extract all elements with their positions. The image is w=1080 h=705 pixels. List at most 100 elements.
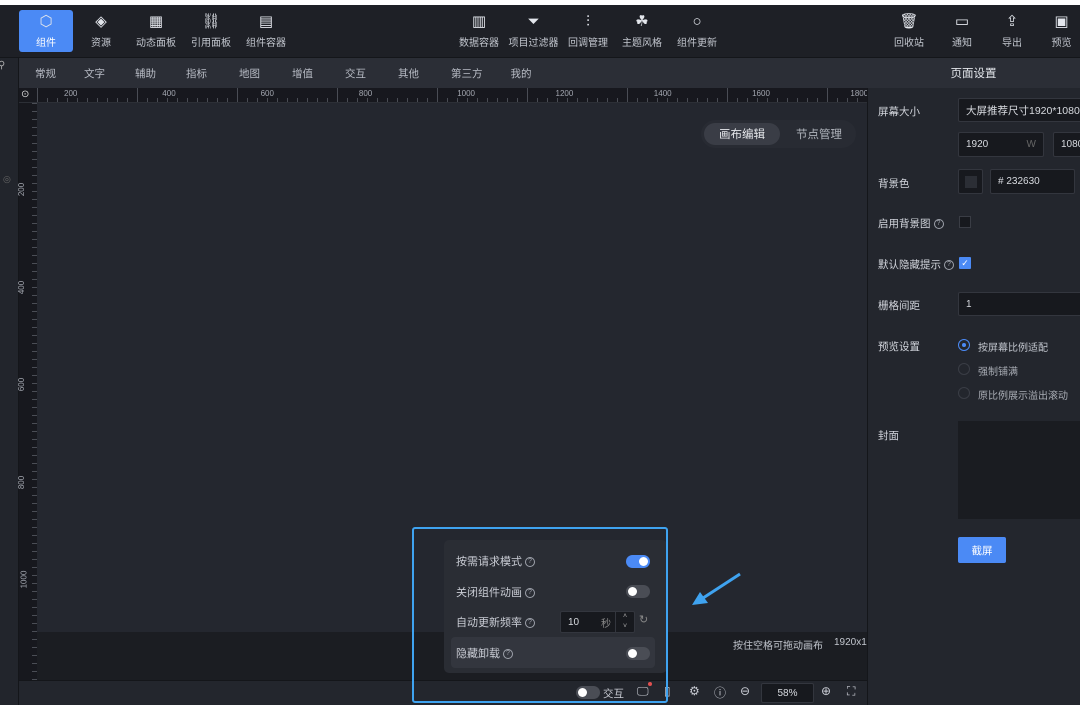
zoom-out-icon[interactable]: ⊖ xyxy=(740,684,750,698)
bg-image-label: 启用背景图? xyxy=(878,216,944,231)
drag-hint: 按住空格可拖动画布 xyxy=(733,641,823,652)
tab-2[interactable]: 辅助 xyxy=(135,66,156,81)
toolbar-filter-button[interactable]: ⏷ 项目过滤器 xyxy=(505,10,562,52)
message-icon: ▭ xyxy=(954,13,970,30)
bg-color-input[interactable]: # 232630 xyxy=(990,169,1075,194)
toolbar-label: 项目过滤器 xyxy=(508,38,559,49)
height-input[interactable]: 1080 xyxy=(1053,132,1080,157)
toolbar-export-button[interactable]: ⇪ 导出 xyxy=(990,10,1034,52)
screen-size-label: 屏幕大小 xyxy=(878,106,920,118)
toolbar-preview-button[interactable]: ▣ 预览 xyxy=(1043,10,1080,52)
ruler-label: 200 xyxy=(64,89,78,98)
sliders-icon: ⫶ xyxy=(586,13,590,30)
toolbar-label: 主题风格 xyxy=(622,38,662,49)
ruler-label: 400 xyxy=(162,89,176,98)
toolbar-container-button[interactable]: ▤ 组件容器 xyxy=(240,10,292,52)
preview-option-fill[interactable]: 强制铺满 xyxy=(978,363,1018,378)
vertical-ruler: 200 400 600 800 1000 xyxy=(17,103,37,680)
trash-icon: 🗑 xyxy=(899,13,919,30)
toolbar-sliders-button[interactable]: ⫶ 回调管理 xyxy=(563,10,613,52)
tab-8[interactable]: 第三方 xyxy=(451,66,483,81)
ruler-label: 1400 xyxy=(653,89,672,98)
fit-screen-icon[interactable]: ⛶ xyxy=(847,684,855,699)
tab-3[interactable]: 指标 xyxy=(186,66,207,81)
panel-icon: ▦ xyxy=(148,13,164,30)
arrow-annotation xyxy=(692,572,741,605)
preview-radio-fit[interactable] xyxy=(958,339,970,351)
toolbar-label: 资源 xyxy=(91,38,111,49)
ruler-label: 400 xyxy=(17,280,27,294)
canvas-edit-tab[interactable]: 画布编辑 xyxy=(704,123,780,145)
width-input[interactable]: 1920 W xyxy=(958,132,1044,157)
ruler-eye-icon[interactable]: ⊙ xyxy=(21,89,29,100)
toolbar-panel-button[interactable]: ▦ 动态面板 xyxy=(130,10,182,52)
hide-tip-checkbox[interactable]: ✓ xyxy=(959,257,971,269)
toolbar-label: 引用面板 xyxy=(191,38,231,49)
toolbar-chart-button[interactable]: ▥ 数据容器 xyxy=(454,10,504,52)
help-icon[interactable]: ⓘ xyxy=(714,684,726,701)
preview-label: 预览设置 xyxy=(878,341,920,353)
node-manage-tab[interactable]: 节点管理 xyxy=(785,123,853,145)
container-icon: ▤ xyxy=(258,13,274,30)
toolbar-label: 导出 xyxy=(1002,38,1022,49)
tab-1[interactable]: 文字 xyxy=(84,66,105,81)
preview-icon: ▣ xyxy=(1054,13,1069,30)
toolbar-component-button[interactable]: ⬡ 组件 xyxy=(19,10,73,52)
toolbar-trash-button[interactable]: 🗑 回收站 xyxy=(886,10,932,52)
tab-9[interactable]: 我的 xyxy=(511,66,532,81)
zoom-input[interactable]: 58% xyxy=(761,683,814,703)
toolbar-label: 通知 xyxy=(952,38,972,49)
highlight-box xyxy=(412,527,668,703)
ruler-label: 1800 xyxy=(850,89,869,98)
ruler-label: 1600 xyxy=(752,89,770,98)
cover-label: 封面 xyxy=(878,430,899,442)
preview-option-scroll[interactable]: 原比例展示溢出滚动 xyxy=(978,387,1068,402)
ruler-label: 1000 xyxy=(457,89,475,98)
toolbar-label: 回收站 xyxy=(894,38,924,49)
left-strip: ⚲ ◎ xyxy=(0,58,19,705)
toolbar-label: 组件 xyxy=(36,38,56,49)
export-icon: ⇪ xyxy=(1005,13,1019,30)
toolbar-theme-button[interactable]: ☘ 主题风格 xyxy=(617,10,667,52)
hidden-eye-icon[interactable]: ◎ xyxy=(3,174,11,185)
toolbar-label: 动态面板 xyxy=(136,38,176,49)
preview-option-fit[interactable]: 按屏幕比例适配 xyxy=(978,339,1048,354)
tab-4[interactable]: 地图 xyxy=(239,66,260,81)
grid-input[interactable]: 1 xyxy=(958,292,1080,316)
preview-radio-fill[interactable] xyxy=(958,363,970,375)
toolbar-layers-button[interactable]: ◈ 资源 xyxy=(76,10,126,52)
ruler-label: 1200 xyxy=(555,89,574,98)
toolbar-label: 数据容器 xyxy=(459,38,499,49)
screen-size-select[interactable]: 大屏推荐尺寸1920*1080 xyxy=(958,98,1080,122)
toolbar-message-button[interactable]: ▭ 通知 xyxy=(942,10,982,52)
toolbar-link-button[interactable]: ⛓ 引用面板 xyxy=(185,10,237,52)
tab-7[interactable]: 其他 xyxy=(398,66,419,81)
tab-0[interactable]: 常规 xyxy=(35,66,56,81)
chart-icon: ▥ xyxy=(471,13,487,30)
screenshot-button[interactable]: 截屏 xyxy=(958,537,1006,563)
theme-icon: ☘ xyxy=(635,13,649,30)
tab-5[interactable]: 增值 xyxy=(292,66,313,81)
bg-color-label: 背景色 xyxy=(878,178,910,190)
grid-label: 栅格间距 xyxy=(878,300,920,312)
bg-color-swatch[interactable] xyxy=(958,169,983,194)
preview-radio-scroll[interactable] xyxy=(958,387,970,399)
toolbar-refresh-button[interactable]: ○ 组件更新 xyxy=(672,10,722,52)
ruler-label: 1000 xyxy=(19,570,29,589)
zoom-in-icon[interactable]: ⊕ xyxy=(821,684,831,698)
ruler-label: 600 xyxy=(260,89,274,98)
canvas-mode-switch: 画布编辑 节点管理 xyxy=(701,120,856,148)
cover-preview xyxy=(958,421,1080,519)
horizontal-ruler: 200 400 600 800 1000 1200 1400 1600 1800 xyxy=(19,88,878,103)
tab-6[interactable]: 交互 xyxy=(345,66,366,81)
component-icon: ⬡ xyxy=(39,13,53,30)
search-icon[interactable]: ⚲ xyxy=(0,60,5,71)
bg-image-checkbox[interactable] xyxy=(959,216,971,228)
canvas-size: 1920x1 xyxy=(834,637,867,648)
link-icon: ⛓ xyxy=(201,13,221,30)
filter-icon: ⏷ xyxy=(527,13,540,30)
top-toolbar: ⬡ 组件 ◈ 资源 ▦ 动态面板 ⛓ 引用面板 ▤ 组件容器 ▥ 数据容器 ⏷ 项目过滤器 ⫶ 回调管理 ☘ 主题… xyxy=(0,5,1080,58)
settings-icon[interactable]: ⚙ xyxy=(689,684,700,698)
refresh-icon: ○ xyxy=(692,13,702,30)
toolbar-label: 预览 xyxy=(1051,38,1072,49)
